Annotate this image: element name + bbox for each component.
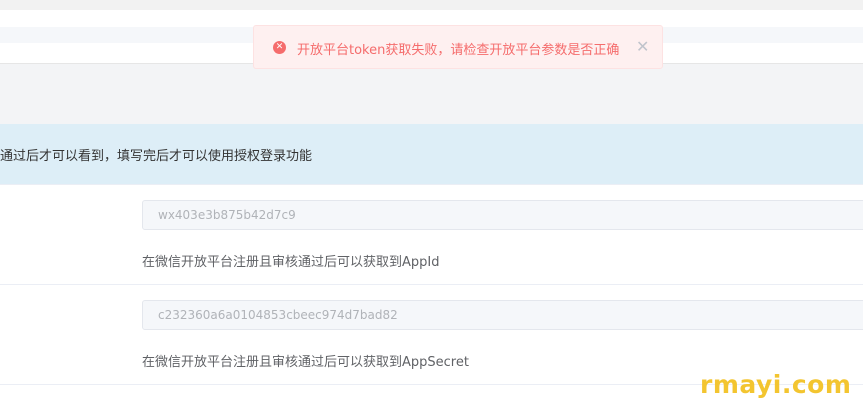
error-circle-icon: ✕: [273, 41, 286, 54]
form-row-divider: [0, 284, 863, 285]
page: 通过后才可以看到，填写完后才可以使用授权登录功能 wx403e3b875b42d…: [0, 0, 863, 405]
form-row-divider: [0, 184, 863, 185]
toast-message: 开放平台token获取失败，请检查开放平台参数是否正确: [297, 43, 620, 58]
close-icon[interactable]: ✕: [636, 37, 649, 57]
info-alert-text: 通过后才可以看到，填写完后才可以使用授权登录功能: [0, 149, 313, 164]
section-header-band: [0, 64, 863, 124]
top-header-strip: [0, 0, 863, 10]
error-toast: ✕ 开放平台token获取失败，请检查开放平台参数是否正确 ✕: [253, 25, 663, 69]
appid-input[interactable]: wx403e3b875b42d7c9: [142, 200, 863, 230]
appid-hint: 在微信开放平台注册且审核通过后可以获取到AppId: [142, 255, 440, 270]
appsecret-input[interactable]: c232360a6a0104853cbeec974d7bad82: [142, 300, 863, 330]
appsecret-hint: 在微信开放平台注册且审核通过后可以获取到AppSecret: [142, 355, 469, 370]
watermark-logo: rmayi.com: [700, 370, 852, 399]
